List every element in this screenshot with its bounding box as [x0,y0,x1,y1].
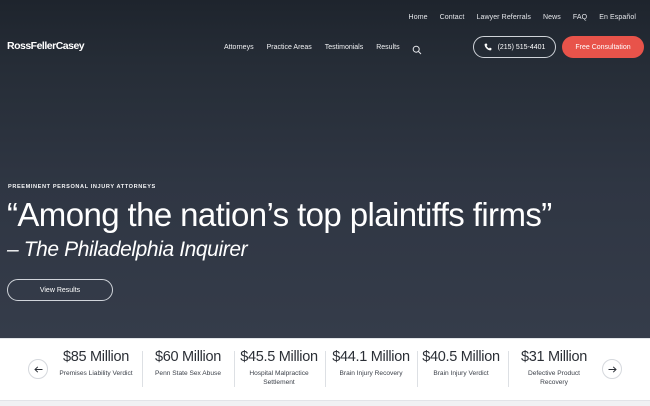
result-item[interactable]: $85 Million Premises Liability Verdict [55,349,137,378]
arrow-right-icon [608,360,617,378]
result-divider [508,351,509,387]
hero-section: Home Contact Lawyer Referrals News FAQ E… [0,0,650,338]
result-label: Brain Injury Recovery [339,370,403,377]
result-label: Brain Injury Verdict [433,370,489,377]
result-divider [234,351,235,387]
utility-link-news[interactable]: News [543,14,561,21]
carousel-prev-button[interactable] [28,359,48,379]
site-logo[interactable]: RossFellerCasey [7,40,85,52]
result-divider [142,351,143,387]
result-amount: $60 Million [154,349,221,365]
result-label: Hospital Malpractice Settlement [249,370,309,386]
result-amount: $45.5 Million [240,349,318,365]
nav-item-testimonials[interactable]: Testimonials [325,44,364,51]
result-item[interactable]: $31 Million Defective Product Recovery [512,349,596,387]
result-divider [325,351,326,387]
search-icon[interactable] [412,42,422,55]
result-item[interactable]: $45.5 Million Hospital Malpractice Settl… [237,349,321,387]
carousel-next-button[interactable] [602,359,622,379]
hero-eyebrow: PREEMINENT PERSONAL INJURY ATTORNEYS [8,184,156,190]
nav-item-attorneys[interactable]: Attorneys [224,44,254,51]
hero-quote: “Among the nation’s top plaintiffs firms… [7,196,552,233]
view-results-button[interactable]: View Results [7,279,113,301]
nav-item-practice-areas[interactable]: Practice Areas [267,44,312,51]
result-item[interactable]: $60 Million Penn State Sex Abuse [146,349,230,378]
utility-link-lawyer-referrals[interactable]: Lawyer Referrals [476,14,531,21]
utility-link-contact[interactable]: Contact [440,14,465,21]
phone-button[interactable]: (215) 515-4401 [473,36,556,58]
result-amount: $85 Million [62,349,129,365]
nav-item-results[interactable]: Results [376,44,399,51]
utility-nav: Home Contact Lawyer Referrals News FAQ E… [397,0,650,34]
utility-link-home[interactable]: Home [409,14,428,21]
result-item[interactable]: $44.1 Million Brain Injury Recovery [328,349,414,378]
result-label: Penn State Sex Abuse [155,370,221,377]
result-amount: $40.5 Million [422,349,500,365]
result-amount: $44.1 Million [332,349,410,365]
free-consultation-button[interactable]: Free Consultation [562,36,644,58]
carousel-bottom-edge [0,400,650,406]
results-carousel: $85 Million Premises Liability Verdict $… [0,338,650,406]
result-label: Defective Product Recovery [527,370,581,386]
result-label: Premises Liability Verdict [59,370,133,377]
result-item[interactable]: $40.5 Million Brain Injury Verdict [419,349,503,378]
utility-link-faq[interactable]: FAQ [573,14,587,21]
arrow-left-icon [33,360,43,378]
phone-number: (215) 515-4401 [497,43,546,51]
phone-icon [484,43,492,51]
main-nav: Attorneys Practice Areas Testimonials Re… [224,42,422,55]
utility-link-espanol[interactable]: En Español [599,14,636,21]
result-amount: $31 Million [520,349,587,365]
result-divider [417,351,418,387]
hero-attribution: – The Philadelphia Inquirer [7,238,248,261]
